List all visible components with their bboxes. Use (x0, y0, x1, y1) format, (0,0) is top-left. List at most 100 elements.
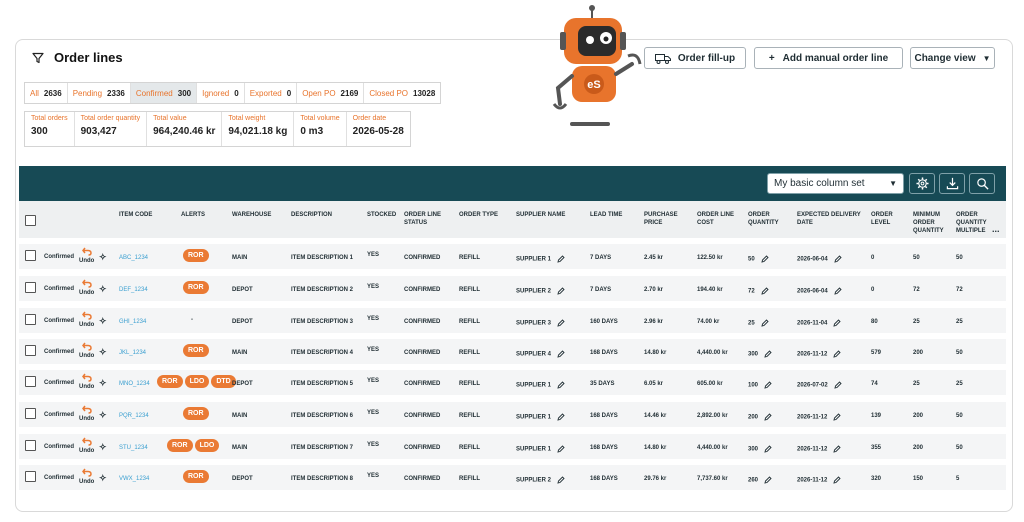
item-code[interactable]: DEF_1234 (119, 287, 148, 293)
add-manual-order-line-button[interactable]: + Add manual order line (754, 47, 903, 69)
undo-button[interactable]: Undo (79, 311, 94, 328)
row-checkbox[interactable] (25, 250, 36, 261)
row-checkbox[interactable] (25, 440, 36, 451)
tab-all[interactable]: All 2636 (25, 83, 68, 103)
row-checkbox[interactable] (25, 282, 36, 293)
alert-badge[interactable]: ROR (157, 375, 183, 388)
magic-wand-icon[interactable]: ✧ (99, 316, 107, 327)
tab-confirmed[interactable]: Confirmed 300 (130, 83, 198, 103)
item-code[interactable]: STU_1234 (119, 445, 148, 451)
alert-badge[interactable]: LDO (184, 375, 210, 388)
column-header[interactable]: Order line cost (697, 211, 747, 227)
edit-pencil-icon[interactable] (833, 476, 842, 484)
edit-pencil-icon[interactable] (557, 287, 565, 295)
edit-pencil-icon[interactable] (764, 413, 772, 421)
column-header[interactable]: Order type (459, 211, 509, 219)
edit-pencil-icon[interactable] (557, 445, 565, 453)
column-header[interactable]: Order line status (404, 211, 456, 227)
edit-pencil-icon[interactable] (834, 381, 842, 389)
magic-wand-icon[interactable]: ✧ (99, 442, 107, 453)
column-header[interactable]: Order level (871, 211, 909, 227)
tab-open-po[interactable]: Open PO 2169 (297, 83, 365, 103)
edit-pencil-icon[interactable] (833, 350, 842, 358)
purchase-price-value: 2.96 kr (644, 319, 664, 325)
column-header[interactable]: Minimum order quantity (913, 211, 953, 235)
alert-badge[interactable]: ROR (183, 344, 209, 357)
magic-wand-icon[interactable]: ✧ (99, 410, 107, 421)
edit-pencil-icon[interactable] (557, 413, 565, 421)
item-code[interactable]: ABC_1234 (119, 255, 148, 261)
edit-pencil-icon[interactable] (833, 413, 842, 421)
order-quantity-multiple: 25 (956, 381, 963, 387)
undo-button[interactable]: Undo (79, 405, 94, 422)
undo-button[interactable]: Undo (79, 279, 94, 296)
alert-badge[interactable]: ROR (183, 470, 209, 483)
supplier-name: SUPPLIER 4 (516, 350, 565, 358)
magic-wand-icon[interactable]: ✧ (99, 347, 107, 358)
edit-pencil-icon[interactable] (834, 255, 842, 263)
column-header[interactable]: Alerts (181, 211, 226, 219)
magic-wand-icon[interactable]: ✧ (99, 473, 107, 484)
item-code[interactable]: MNO_1234 (119, 381, 150, 387)
alert-badge[interactable]: ROR (167, 439, 193, 452)
column-header[interactable]: Expected delivery date (797, 211, 869, 227)
row-checkbox[interactable] (25, 408, 36, 419)
edit-pencil-icon[interactable] (557, 319, 565, 327)
column-header[interactable]: Stocked (367, 211, 399, 219)
column-set-select[interactable]: My basic column set ▼ (767, 173, 904, 194)
filter-icon[interactable] (32, 52, 44, 64)
item-code[interactable]: VWX_1234 (119, 476, 149, 482)
alert-badge[interactable]: LDO (194, 439, 220, 452)
edit-pencil-icon[interactable] (764, 350, 772, 358)
alert-badge[interactable]: ROR (183, 249, 209, 262)
select-all-checkbox[interactable] (25, 215, 36, 226)
change-view-button[interactable]: Change view ▼ (910, 47, 995, 69)
edit-pencil-icon[interactable] (557, 350, 565, 358)
column-header[interactable]: Description (291, 211, 363, 219)
column-header[interactable]: Item code (119, 211, 174, 219)
row-checkbox[interactable] (25, 471, 36, 482)
tab-closed-po[interactable]: Closed PO 13028 (364, 83, 440, 103)
edit-pencil-icon[interactable] (833, 445, 842, 453)
edit-pencil-icon[interactable] (764, 445, 772, 453)
edit-pencil-icon[interactable] (834, 287, 842, 295)
tab-exported[interactable]: Exported 0 (245, 83, 298, 103)
column-header[interactable]: Order quantity (748, 211, 792, 227)
edit-pencil-icon[interactable] (764, 381, 772, 389)
settings-button[interactable] (909, 173, 935, 194)
item-code[interactable]: PQR_1234 (119, 413, 149, 419)
edit-pencil-icon[interactable] (557, 476, 565, 484)
column-header[interactable]: Purchase price (644, 211, 692, 227)
column-header[interactable]: Lead time (590, 211, 640, 219)
order-fillup-button[interactable]: Order fill-up (644, 47, 746, 69)
undo-button[interactable]: Undo (79, 342, 94, 359)
edit-pencil-icon[interactable] (557, 255, 565, 263)
alert-badge[interactable]: ROR (183, 407, 209, 420)
magic-wand-icon[interactable]: ✧ (99, 252, 107, 263)
more-columns-icon[interactable]: ... (992, 223, 1000, 235)
edit-pencil-icon[interactable] (761, 255, 769, 263)
row-checkbox[interactable] (25, 345, 36, 356)
undo-button[interactable]: Undo (79, 437, 94, 454)
tab-ignored[interactable]: Ignored 0 (197, 83, 245, 103)
row-checkbox[interactable] (25, 376, 36, 387)
undo-button[interactable]: Undo (79, 468, 94, 485)
magic-wand-icon[interactable]: ✧ (99, 378, 107, 389)
edit-pencil-icon[interactable] (833, 319, 842, 327)
row-checkbox[interactable] (25, 314, 36, 325)
item-code[interactable]: JKL_1234 (119, 350, 146, 356)
edit-pencil-icon[interactable] (764, 476, 772, 484)
edit-pencil-icon[interactable] (761, 287, 769, 295)
undo-button[interactable]: Undo (79, 373, 94, 390)
edit-pencil-icon[interactable] (761, 319, 769, 327)
magic-wand-icon[interactable]: ✧ (99, 284, 107, 295)
download-button[interactable] (939, 173, 965, 194)
tab-pending[interactable]: Pending 2336 (68, 83, 131, 103)
alert-badge[interactable]: ROR (183, 281, 209, 294)
undo-button[interactable]: Undo (79, 247, 94, 264)
column-header[interactable]: Supplier name (516, 211, 586, 219)
search-button[interactable] (969, 173, 995, 194)
item-code[interactable]: GHI_1234 (119, 319, 146, 325)
column-header[interactable]: Warehouse (232, 211, 287, 219)
edit-pencil-icon[interactable] (557, 381, 565, 389)
